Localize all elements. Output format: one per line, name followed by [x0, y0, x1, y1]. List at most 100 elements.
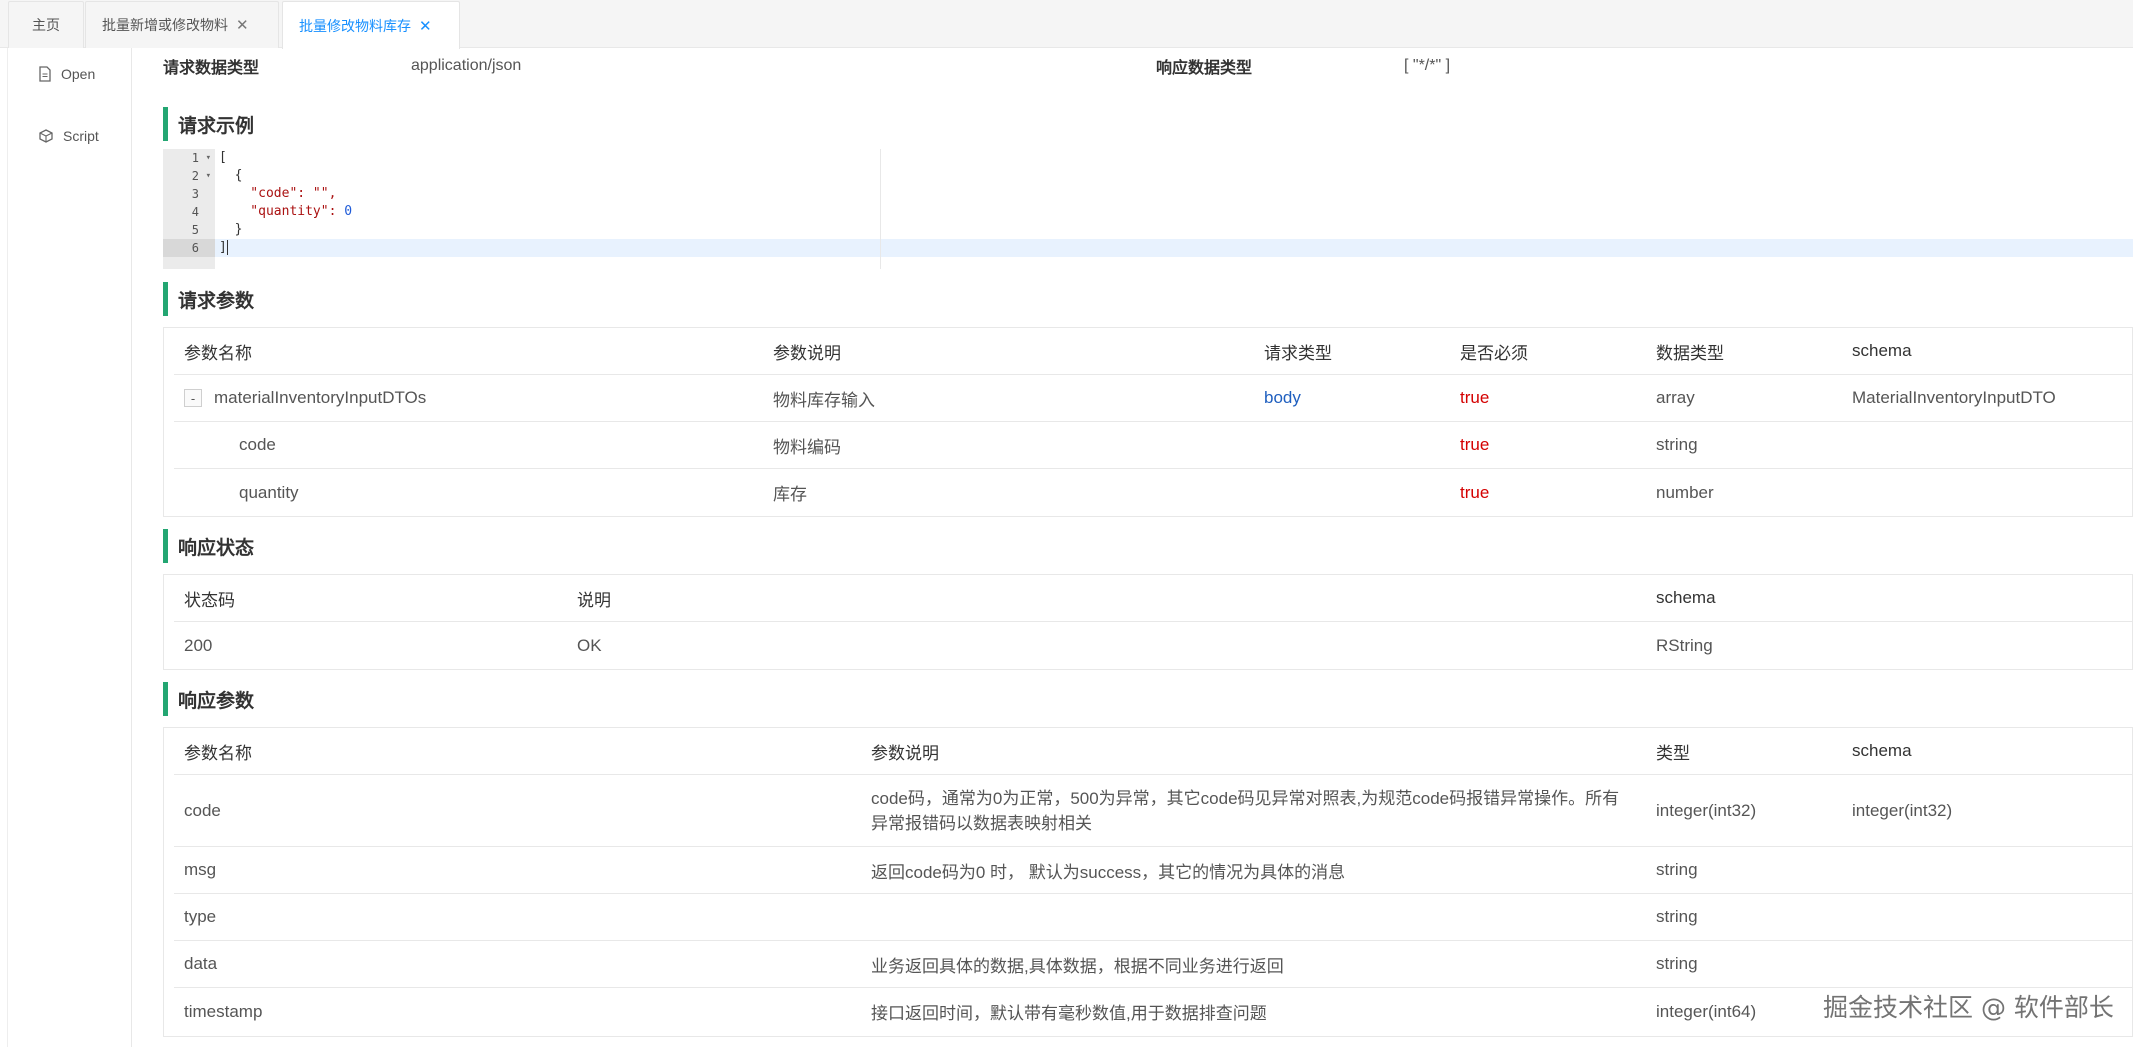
param-type: string: [1656, 907, 1698, 926]
param-type: integer(int32): [1656, 800, 1757, 820]
param-required: true: [1460, 482, 1490, 502]
print-margin: [880, 149, 881, 269]
column-header: schema: [1852, 341, 1912, 360]
code-line: [: [219, 150, 227, 165]
line-number: 3: [191, 187, 199, 201]
table-row: type string: [174, 894, 2132, 941]
response-type-row: 响应数据类型: [1156, 54, 1252, 78]
code-area[interactable]: [ { "code": "", "quantity": 0 } ]: [215, 149, 2133, 269]
param-in: body: [1264, 388, 1301, 407]
table-row: 200 OK RString: [174, 622, 2132, 669]
response-type-label: 响应数据类型: [1156, 60, 1253, 77]
collapse-toggle-icon[interactable]: -: [184, 389, 202, 407]
section-title-response-status: 响应状态: [163, 529, 254, 563]
close-icon[interactable]: ✕: [236, 16, 249, 34]
param-type: array: [1656, 388, 1695, 407]
tab-bar: 主页 批量新增或修改物料 ✕ 批量修改物料库存 ✕: [0, 0, 2133, 49]
table-row: quantity 库存 true number: [174, 469, 2132, 516]
close-icon[interactable]: ✕: [419, 17, 432, 35]
param-desc: code码，通常为0为正常，500为异常，其它code码见异常对照表,为规范co…: [871, 788, 1620, 833]
editor-gutter: 1 ▾ 2 ▾ 3 4 5 6: [163, 149, 215, 269]
line-number: 4: [191, 205, 199, 219]
fold-arrow-icon: ▾: [205, 171, 211, 181]
param-desc: 接口返回时间，默认带有毫秒数值,用于数据排查问题: [871, 1004, 1267, 1023]
param-schema[interactable]: MaterialInventoryInputDTO: [1852, 375, 2056, 421]
line-number: 6: [163, 239, 215, 257]
tab-batch-add-material[interactable]: 批量新增或修改物料 ✕: [85, 1, 279, 48]
param-name: timestamp: [184, 1001, 263, 1021]
request-type-row: 请求数据类型: [163, 54, 259, 78]
section-title-request-params: 请求参数: [163, 282, 254, 316]
param-name: type: [184, 907, 217, 926]
param-name: materialInventoryInputDTOs: [214, 388, 427, 407]
code-line: ]: [219, 240, 228, 255]
response-type-value-wrap: [ "*/*" ]: [1404, 54, 1450, 78]
column-header: 状态码: [184, 590, 235, 610]
table-row: code 物料编码 true string: [174, 422, 2132, 469]
code-editor[interactable]: 1 ▾ 2 ▾ 3 4 5 6 [ { "code": "", "quantity"…: [163, 149, 2133, 269]
column-header: 类型: [1656, 743, 1690, 763]
param-type: string: [1656, 954, 1698, 973]
table-row: - materialInventoryInputDTOs 物料库存输入 body…: [174, 375, 2132, 422]
column-header: 请求类型: [1264, 343, 1332, 363]
section-title-request-example: 请求示例: [163, 107, 254, 141]
table-row: data 业务返回具体的数据,具体数据，根据不同业务进行返回 string: [174, 941, 2132, 988]
param-type: string: [1656, 860, 1698, 879]
line-number: 1 ▾: [191, 151, 211, 165]
status-schema[interactable]: RString: [1656, 622, 1713, 669]
tab-batch-update-inventory[interactable]: 批量修改物料库存 ✕: [282, 1, 460, 49]
column-header: 参数说明: [773, 343, 841, 363]
watermark: 掘金技术社区 @ 软件部长: [1823, 993, 2114, 1022]
param-name-cell: - materialInventoryInputDTOs: [184, 375, 426, 421]
code-icon: [39, 129, 53, 143]
table-header-row: 状态码 说明 schema: [174, 575, 2132, 622]
param-desc: 物料库存输入: [773, 390, 875, 410]
param-desc: 返回code码为0 时， 默认为success，其它的情况为具体的消息: [871, 862, 1346, 882]
sidebar-item-open[interactable]: Open: [38, 62, 95, 86]
table-row: msg 返回code码为0 时， 默认为success，其它的情况为具体的消息 …: [174, 847, 2132, 894]
column-header: 参数说明: [871, 743, 939, 763]
column-header: 参数名称: [184, 743, 252, 763]
app-window: 主页 批量新增或修改物料 ✕ 批量修改物料库存 ✕ Open Script 请求…: [0, 0, 2133, 1047]
column-header: 是否必须: [1460, 343, 1528, 363]
code-line: }: [219, 222, 243, 237]
column-header: 说明: [577, 590, 611, 610]
fold-arrow-icon: ▾: [205, 153, 211, 163]
request-type-value: application/json: [411, 57, 522, 74]
code-line: "quantity": 0: [219, 204, 353, 219]
tab-label: 批量新增或修改物料: [102, 17, 228, 33]
code-line: {: [219, 168, 243, 183]
param-required: true: [1460, 388, 1490, 407]
code-line: "code": "",: [219, 186, 337, 201]
column-header: schema: [1852, 741, 1912, 760]
column-header: 参数名称: [184, 343, 252, 363]
table-header-row: 参数名称 参数说明 类型 schema: [174, 728, 2132, 775]
status-desc: OK: [577, 635, 602, 655]
sidebar-item-label: Open: [61, 66, 96, 82]
param-type: string: [1656, 435, 1698, 454]
line-number: 2 ▾: [191, 169, 211, 183]
request-type-label: 请求数据类型: [163, 60, 260, 77]
tab-label: 批量修改物料库存: [299, 17, 411, 34]
tab-home[interactable]: 主页: [8, 1, 84, 48]
line-number: 5: [191, 223, 199, 237]
param-name: msg: [184, 860, 217, 879]
param-name: code: [184, 800, 221, 820]
active-line-highlight: [215, 239, 2133, 257]
text-cursor: [226, 240, 228, 255]
table-row: code code码，通常为0为正常，500为异常，其它code码见异常对照表,…: [174, 775, 2132, 847]
request-params-table: 参数名称 参数说明 请求类型 是否必须 数据类型 schema - materi…: [163, 327, 2133, 517]
sidebar: Open Script: [0, 48, 132, 1047]
response-type-value: [ "*/*" ]: [1404, 57, 1451, 74]
sidebar-item-script[interactable]: Script: [38, 124, 99, 148]
status-code: 200: [184, 635, 213, 655]
sidebar-item-label: Script: [63, 128, 99, 144]
param-name: code: [239, 435, 276, 454]
tab-label: 主页: [32, 17, 60, 33]
param-desc: 业务返回具体的数据,具体数据，根据不同业务进行返回: [871, 956, 1284, 976]
param-desc: 物料编码: [773, 437, 841, 457]
api-doc-content: 请求数据类型 application/json 响应数据类型 [ "*/*" ]…: [133, 48, 2133, 1047]
response-status-table: 状态码 说明 schema 200 OK RString: [163, 574, 2133, 670]
param-name: quantity: [239, 482, 299, 502]
param-required: true: [1460, 435, 1490, 454]
